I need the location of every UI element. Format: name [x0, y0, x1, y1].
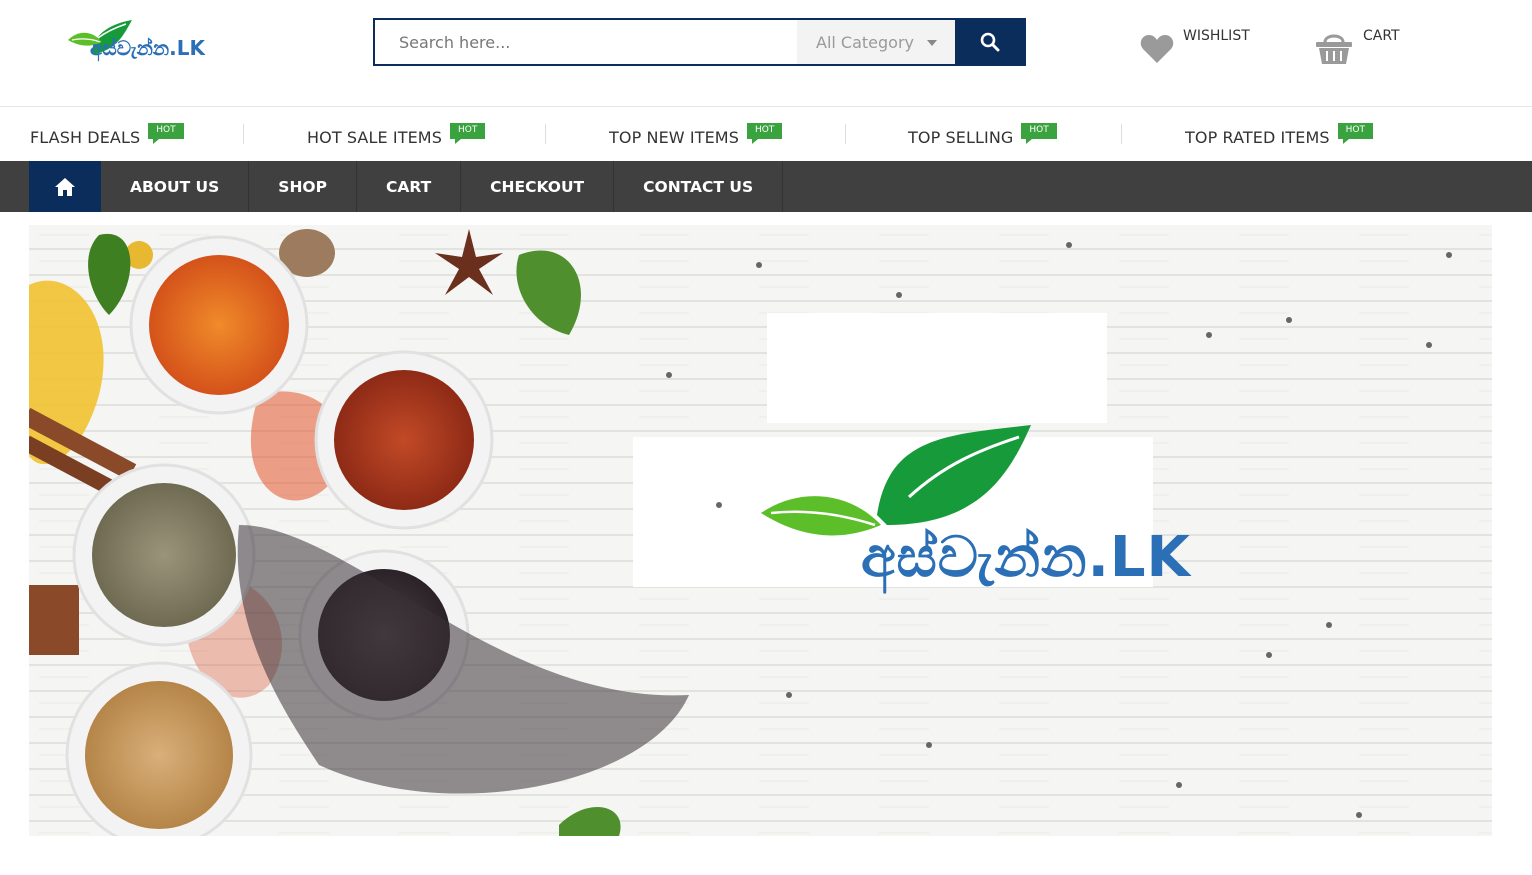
deal-label: HOT SALE ITEMS	[307, 128, 442, 147]
hot-badge: HOT	[746, 122, 783, 144]
deal-top-new-items[interactable]: TOP NEW ITEMS HOT	[609, 108, 783, 161]
search-input[interactable]	[375, 20, 797, 64]
nav-home[interactable]	[29, 161, 101, 212]
chevron-down-icon	[927, 40, 937, 46]
cart-link[interactable]: CART	[1315, 26, 1425, 70]
deal-label: TOP SELLING	[908, 128, 1014, 147]
nav-item-about-us[interactable]: ABOUT US	[101, 161, 250, 212]
nav-item-cart[interactable]: CART	[357, 161, 462, 212]
category-select[interactable]: All Category	[797, 20, 955, 64]
basket-icon	[1316, 34, 1352, 64]
wishlist-link[interactable]: WISHLIST	[1140, 26, 1280, 70]
search-button[interactable]	[955, 20, 1024, 64]
hot-badge: HOT	[1021, 122, 1057, 144]
deal-label: TOP NEW ITEMS	[609, 128, 739, 147]
main-nav: ABOUT US SHOP CART CHECKOUT CONTACT US	[0, 161, 1532, 212]
divider	[1121, 124, 1122, 144]
nav-item-contact-us[interactable]: CONTACT US	[614, 161, 784, 212]
search-bar: All Category	[373, 18, 1026, 66]
deal-label: FLASH DEALS	[30, 128, 141, 147]
deal-flash-deals[interactable]: FLASH DEALS HOT	[30, 108, 184, 161]
hero-banner[interactable]: අස්වැන්න.LK	[29, 225, 1492, 836]
banner-spices-image	[29, 225, 1492, 836]
nav-item-checkout[interactable]: CHECKOUT	[461, 161, 615, 212]
banner-logo-text: අස්වැන්න.LK	[861, 525, 1191, 590]
site-logo[interactable]: අස්වැන්න.LK	[66, 16, 226, 72]
deal-top-selling[interactable]: TOP SELLING HOT	[908, 108, 1057, 161]
deal-top-rated-items[interactable]: TOP RATED ITEMS HOT	[1185, 108, 1373, 161]
search-icon	[980, 32, 999, 52]
hot-badge: HOT	[148, 122, 184, 144]
divider	[243, 124, 244, 144]
deal-hot-sale-items[interactable]: HOT SALE ITEMS HOT	[307, 108, 486, 161]
deal-label: TOP RATED ITEMS	[1185, 128, 1330, 147]
cart-label: CART	[1363, 28, 1400, 44]
site-header: අස්වැන්න.LK All Category WISHLIST	[0, 0, 1532, 107]
heart-icon	[1140, 35, 1174, 63]
logo-text: අස්වැන්න.LK	[90, 36, 205, 60]
divider	[545, 124, 546, 144]
deals-bar: FLASH DEALS HOT HOT SALE ITEMS HOT TOP N…	[0, 108, 1532, 161]
hot-badge: HOT	[1337, 122, 1373, 144]
nav-item-shop[interactable]: SHOP	[249, 161, 357, 212]
wishlist-label: WISHLIST	[1183, 28, 1250, 44]
hot-badge: HOT	[449, 122, 486, 144]
home-icon	[55, 177, 75, 196]
category-select-value: All Category	[816, 32, 915, 52]
divider	[845, 124, 846, 144]
